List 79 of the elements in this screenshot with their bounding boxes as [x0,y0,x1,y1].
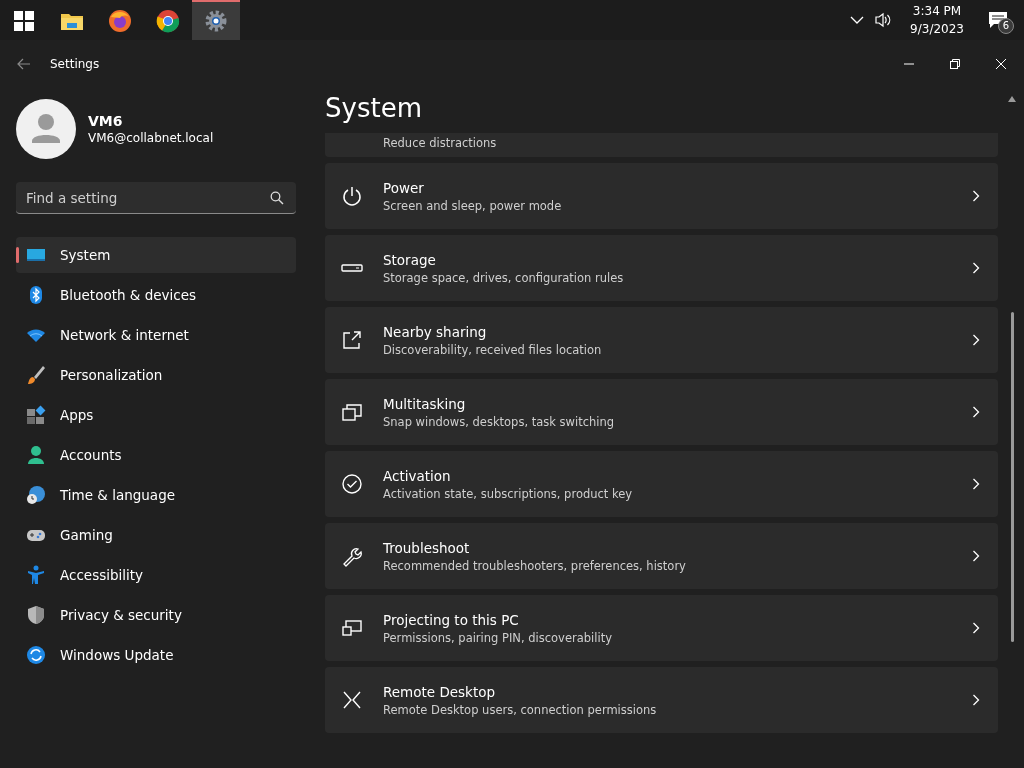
windows-stack-icon [341,401,363,423]
user-name: VM6 [88,113,124,129]
back-arrow-icon [17,58,31,70]
notification-count: 6 [998,18,1014,34]
globe-clock-icon [26,485,46,505]
settings-card[interactable]: Troubleshoot Recommended troubleshooters, preferences, history [325,523,998,589]
chevron-right-icon [972,190,980,202]
sidebar-item[interactable]: Accounts [16,437,296,473]
fox-globe-icon [108,9,132,33]
card-subtitle: Screen and sleep, power mode [383,198,563,213]
settings-card[interactable]: Remote Desktop Remote Desktop users, connection permissions [325,667,998,733]
settings-card[interactable]: Storage Storage space, drives, configuration rules [325,235,998,301]
chevron-down-icon[interactable] [850,15,865,25]
speaker-icon[interactable] [874,12,893,28]
card-title: Remote Desktop [383,683,497,700]
close-icon [996,59,1006,69]
check-circle-icon [341,473,363,495]
card-subtitle: Recommended troubleshooters, preferences, history [383,558,687,573]
chevron-right-icon [972,334,980,346]
sidebar-item[interactable]: Network & internet [16,317,296,353]
shield-icon [26,605,46,625]
sidebar-item[interactable]: Time & language [16,477,296,513]
wrench-icon [341,545,363,567]
card-title: Projecting to this PC [383,611,520,628]
settings-card[interactable]: Power Screen and sleep, power mode [325,163,998,229]
restore-icon [950,59,960,69]
person-icon [26,445,46,465]
settings-card[interactable]: Reduce distractions [325,133,998,157]
sidebar-item[interactable]: Bluetooth & devices [16,277,296,313]
scroll-up-icon[interactable] [1008,96,1016,102]
user-email: VM6@collabnet.local [88,131,214,145]
remote-arrows-icon [341,689,363,711]
avatar-icon [16,99,76,159]
settings-card[interactable]: Multitasking Snap windows, desktops, task switching [325,379,998,445]
chevron-right-icon [972,406,980,418]
gear-icon [204,9,228,33]
windows-logo-icon[interactable] [12,9,36,33]
scrollbar-thumb[interactable] [1010,312,1014,642]
card-title: Storage [383,251,437,268]
chevron-right-icon [972,550,980,562]
card-subtitle: Reduce distractions [383,136,497,150]
card-subtitle: Activation state, subscriptions, product key [383,486,634,501]
clock[interactable]: 3:34 PM 9/3/2023 [902,2,972,38]
share-icon [341,329,363,351]
apps-grid-icon [26,405,46,425]
accessibility-figure-icon [26,565,46,585]
sidebar-item[interactable]: Privacy & security [16,597,296,633]
page-heading: System [325,92,423,125]
chevron-right-icon [972,478,980,490]
card-subtitle: Remote Desktop users, connection permissions [383,702,658,717]
sidebar-item[interactable]: Gaming [16,517,296,553]
chevron-right-icon [972,262,980,274]
browser-icon [156,9,180,33]
card-title: Multitasking [383,395,467,412]
sidebar-item[interactable]: Windows Update [16,637,296,673]
sidebar-item[interactable]: Accessibility [16,557,296,593]
screens-icon [341,617,363,639]
sidebar-item[interactable]: Apps [16,397,296,433]
card-title: Troubleshoot [383,539,471,556]
settings-card[interactable]: Projecting to this PC Permissions, pairing PIN, discoverability [325,595,998,661]
power-icon [341,185,363,207]
search-field[interactable]: Find a setting [16,182,296,214]
settings-card[interactable]: Nearby sharing Discoverability, received files location [325,307,998,373]
card-title: Activation [383,467,452,484]
card-subtitle: Discoverability, received files location [383,342,603,357]
card-title: Nearby sharing [383,323,488,340]
chevron-right-icon [972,694,980,706]
card-subtitle: Storage space, drives, configuration rules [383,270,625,285]
card-title: Power [383,179,425,196]
sidebar-item[interactable]: Personalization [16,357,296,393]
search-icon[interactable] [270,191,284,205]
sidebar-item[interactable]: System [16,237,296,273]
paintbrush-icon [26,365,46,385]
card-subtitle: Permissions, pairing PIN, discoverability [383,630,613,645]
chevron-right-icon [972,622,980,634]
window-title: Settings [50,57,100,71]
settings-card[interactable]: Activation Activation state, subscriptions, product key [325,451,998,517]
card-subtitle: Snap windows, desktops, task switching [383,414,616,429]
refresh-icon [26,645,46,665]
